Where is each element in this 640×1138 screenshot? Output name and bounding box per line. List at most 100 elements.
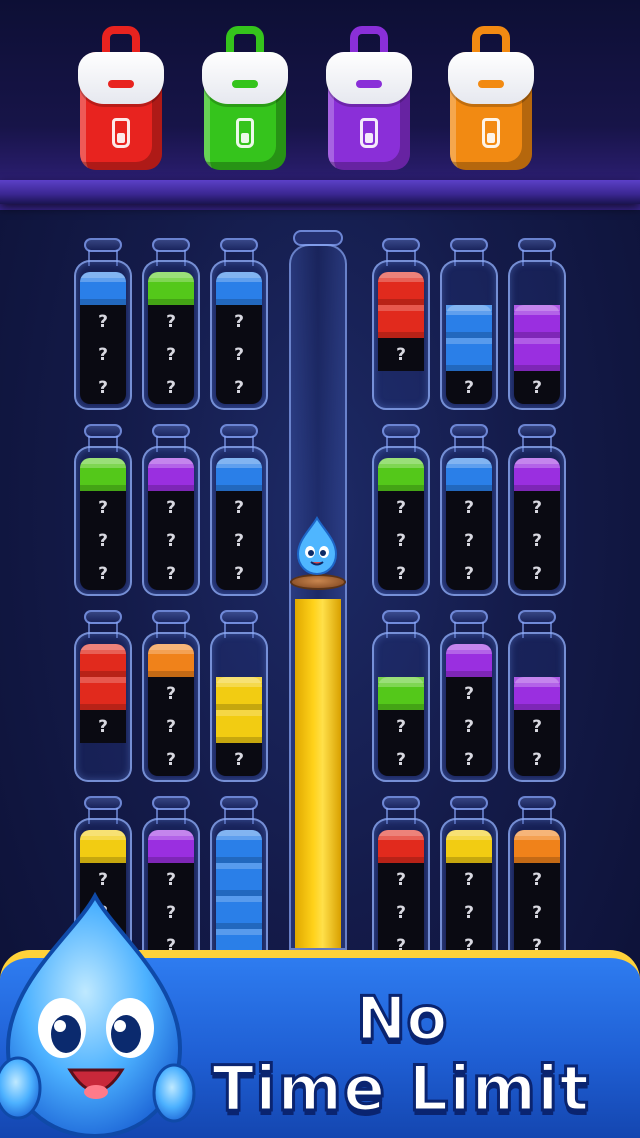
empty-layer xyxy=(514,272,560,305)
red-layer xyxy=(378,305,424,338)
question-mark: ? xyxy=(532,716,542,737)
green-layer xyxy=(80,458,126,491)
question-mark: ? xyxy=(396,563,406,584)
question-mark: ? xyxy=(166,497,176,518)
question-mark: ? xyxy=(396,530,406,551)
hidden-layer: ? xyxy=(514,524,560,557)
bag-flap xyxy=(448,52,534,104)
bottle-glass: ? xyxy=(372,260,430,410)
bottle[interactable]: ??? xyxy=(508,796,566,968)
purple-layer xyxy=(514,305,560,338)
hidden-layer: ? xyxy=(148,491,194,524)
question-mark: ? xyxy=(98,716,108,737)
hidden-layer: ? xyxy=(378,863,424,896)
bag-flap xyxy=(78,52,164,104)
question-mark: ? xyxy=(464,683,474,704)
bottle[interactable]: ?? xyxy=(508,610,566,782)
hidden-layer: ? xyxy=(148,371,194,404)
hidden-layer: ? xyxy=(80,371,126,404)
hidden-layer: ? xyxy=(148,305,194,338)
bottle-liquid: ??? xyxy=(446,644,492,776)
red-layer xyxy=(378,272,424,305)
hidden-layer: ? xyxy=(216,743,262,776)
question-mark: ? xyxy=(464,716,474,737)
bottle[interactable]: ??? xyxy=(508,424,566,596)
bottle[interactable]: ??? xyxy=(74,424,132,596)
blue-layer xyxy=(446,338,492,371)
green-layer xyxy=(148,272,194,305)
hidden-layer: ? xyxy=(378,710,424,743)
blue-layer xyxy=(446,458,492,491)
bottle-icon xyxy=(482,118,500,148)
question-mark: ? xyxy=(532,497,542,518)
hidden-layer: ? xyxy=(216,338,262,371)
bottle[interactable]: ??? xyxy=(440,610,498,782)
bottle-liquid: ??? xyxy=(514,830,560,962)
bottle[interactable]: ? xyxy=(74,610,132,782)
yellow-layer xyxy=(216,710,262,743)
bottle[interactable]: ??? xyxy=(142,424,200,596)
question-mark: ? xyxy=(98,563,108,584)
bottle-glass: ?? xyxy=(508,632,566,782)
question-mark: ? xyxy=(234,563,244,584)
bottle-icon xyxy=(360,118,378,148)
orange-layer xyxy=(514,830,560,863)
blue-layer xyxy=(216,896,262,929)
empty-layer xyxy=(216,644,262,677)
question-mark: ? xyxy=(396,497,406,518)
bottle[interactable]: ? xyxy=(440,238,498,410)
bottle[interactable]: ??? xyxy=(74,238,132,410)
bottle[interactable]: ??? xyxy=(210,238,268,410)
bottle-liquid: ??? xyxy=(148,644,194,776)
bottle[interactable]: ? xyxy=(210,610,268,782)
question-mark: ? xyxy=(234,311,244,332)
purple-layer xyxy=(446,644,492,677)
bottle-glass: ??? xyxy=(74,260,132,410)
bottle[interactable]: ?? xyxy=(372,610,430,782)
green-layer xyxy=(378,458,424,491)
bottle-glass: ??? xyxy=(142,446,200,596)
bottle[interactable]: ??? xyxy=(210,424,268,596)
hidden-layer: ? xyxy=(514,896,560,929)
purple-layer xyxy=(514,338,560,371)
question-mark: ? xyxy=(234,344,244,365)
purple-layer xyxy=(514,677,560,710)
bottle[interactable]: ??? xyxy=(440,424,498,596)
tall-tube[interactable] xyxy=(289,230,347,950)
question-mark: ? xyxy=(166,377,176,398)
question-mark: ? xyxy=(464,749,474,770)
question-mark: ? xyxy=(98,530,108,551)
hidden-layer: ? xyxy=(446,677,492,710)
bottle-liquid: ?? xyxy=(378,644,424,776)
bottle[interactable]: ??? xyxy=(142,238,200,410)
hidden-layer: ? xyxy=(378,896,424,929)
bottle[interactable] xyxy=(210,796,268,968)
question-mark: ? xyxy=(166,311,176,332)
bottle[interactable]: ??? xyxy=(372,424,430,596)
bottle-liquid: ? xyxy=(216,644,262,776)
question-mark: ? xyxy=(464,869,474,890)
bag-slot xyxy=(232,80,258,88)
bag-slot xyxy=(478,80,504,88)
hidden-layer: ? xyxy=(378,743,424,776)
bottle[interactable]: ? xyxy=(372,238,430,410)
green-bag xyxy=(202,26,288,172)
hidden-layer: ? xyxy=(216,524,262,557)
bottle[interactable]: ??? xyxy=(372,796,430,968)
question-mark: ? xyxy=(464,497,474,518)
hidden-layer: ? xyxy=(514,743,560,776)
bottle[interactable]: ? xyxy=(508,238,566,410)
bottle-glass: ?? xyxy=(372,632,430,782)
hidden-layer: ? xyxy=(216,371,262,404)
question-mark: ? xyxy=(396,869,406,890)
purple-layer xyxy=(148,458,194,491)
question-mark: ? xyxy=(396,716,406,737)
bottle[interactable]: ??? xyxy=(142,610,200,782)
bottle-liquid: ??? xyxy=(378,830,424,962)
question-mark: ? xyxy=(98,377,108,398)
hidden-layer: ? xyxy=(378,338,424,371)
bottle-liquid: ??? xyxy=(446,830,492,962)
question-mark: ? xyxy=(166,716,176,737)
bottle[interactable]: ??? xyxy=(440,796,498,968)
banner-line-no: No xyxy=(354,983,448,1056)
